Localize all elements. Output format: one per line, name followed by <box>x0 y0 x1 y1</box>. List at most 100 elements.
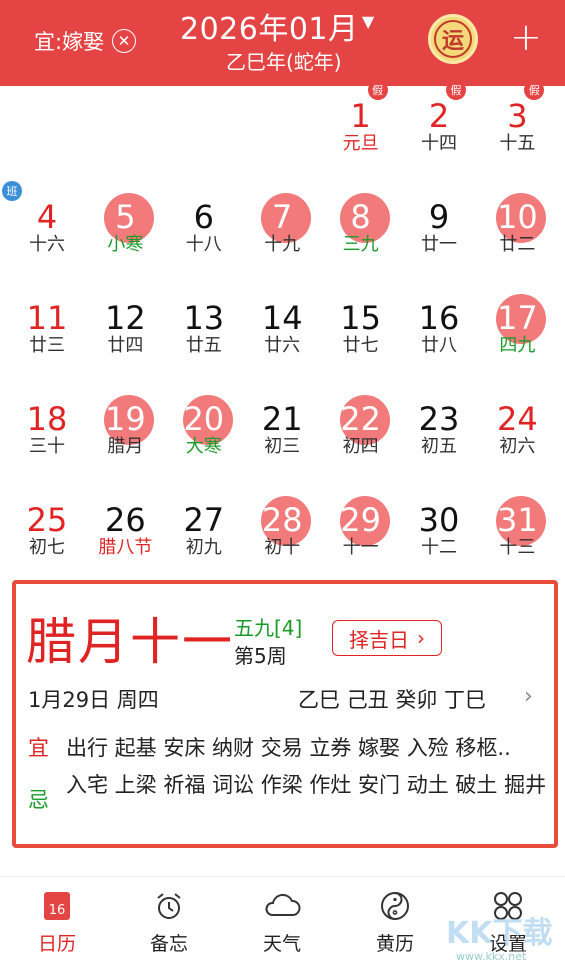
day-number: 29 <box>340 501 381 539</box>
calendar-day-cell[interactable]: 20 大寒 <box>165 389 243 490</box>
calendar-day-cell[interactable]: 10 廿二 <box>478 187 556 288</box>
day-number: 16 <box>418 299 460 337</box>
lunar-day: 十四 <box>421 133 457 154</box>
calendar-day-cell[interactable]: 24 初六 <box>478 389 556 490</box>
fortune-badge[interactable]: 运 <box>428 14 478 64</box>
calendar-day-cell[interactable]: 29 十一 <box>322 490 400 591</box>
calendar-day-cell[interactable]: 18 三十 <box>8 389 86 490</box>
calendar-day-cell[interactable]: 21 初三 <box>243 389 321 490</box>
calendar-day-cell[interactable]: 31 十三 <box>478 490 556 591</box>
nav-almanac[interactable]: 黄历 <box>350 889 440 956</box>
nav-memo[interactable]: 备忘 <box>124 889 214 956</box>
day-number: 18 <box>26 400 68 438</box>
lunar-day: 十三 <box>499 537 536 558</box>
day-number: 15 <box>340 299 381 337</box>
day-number: 13 <box>183 299 225 337</box>
ji-activities: 入宅 上梁 祈福 词讼 作梁 作灶 安门 动土 破土 掘井 <box>66 773 547 797</box>
choose-auspicious-day-button[interactable]: 择吉日 › <box>332 620 442 656</box>
yi-activities: 出行 起基 安床 纳财 交易 立券 嫁娶 入殓 移柩.. <box>66 736 511 760</box>
calendar-day-cell[interactable]: 16 廿八 <box>400 288 478 389</box>
day-number: 19 <box>105 400 146 438</box>
calendar-day-cell[interactable]: 19 腊月 <box>86 389 164 490</box>
day-number: 25 <box>26 501 68 539</box>
calendar-day-cell[interactable]: 7 十九 <box>243 187 321 288</box>
calendar-day-cell[interactable]: 假 2 十四 <box>400 80 478 187</box>
calendar-day-cell[interactable]: 班 4 十六 <box>2 181 86 288</box>
calendar-day-cell[interactable]: 27 初九 <box>165 490 243 591</box>
watermark-logo: KK下载 <box>446 916 553 951</box>
app-header: 宜:嫁娶 ✕ 2026年01月 ▼ 乙巳年(蛇年) 运 + <box>0 0 565 86</box>
calendar-day-cell[interactable]: 5 小寒 <box>86 187 164 288</box>
lunar-day: 元旦 <box>342 133 379 154</box>
lunar-day: 腊月 <box>107 436 144 457</box>
lunar-day: 十一 <box>342 537 379 558</box>
calendar-day-cell[interactable]: 14 廿六 <box>243 288 321 389</box>
watermark-url: www.kkx.net <box>456 950 527 963</box>
day-number: 14 <box>261 299 303 337</box>
lunar-day: 廿四 <box>107 335 144 356</box>
chevron-right-icon[interactable]: › <box>524 684 533 709</box>
day-number: 8 <box>350 198 371 236</box>
calendar-day-cell[interactable]: 25 初七 <box>8 490 86 591</box>
lunar-day: 三十 <box>29 436 65 457</box>
calendar-day-cell[interactable]: 26 腊八节 <box>86 490 164 591</box>
nav-calendar[interactable]: 16 日历 <box>12 889 102 956</box>
week-number: 第5周 <box>234 644 287 668</box>
day-number: 27 <box>183 501 225 539</box>
day-number: 24 <box>497 400 538 438</box>
day-number: 5 <box>115 198 136 236</box>
day-number: 4 <box>36 198 58 236</box>
lunar-day: 廿六 <box>264 335 301 356</box>
calendar-day-cell[interactable]: 12 廿四 <box>86 288 164 389</box>
lunar-date: 腊月十一 <box>26 613 234 671</box>
lunar-day: 廿八 <box>421 335 457 356</box>
day-number: 6 <box>193 198 214 236</box>
lunar-day: 廿一 <box>421 234 457 255</box>
lunar-day: 十二 <box>421 537 457 558</box>
chevron-down-icon[interactable]: ▼ <box>362 12 374 31</box>
calendar-day-cell[interactable]: 22 初四 <box>322 389 400 490</box>
cloud-icon <box>265 893 301 916</box>
calendar-day-cell[interactable]: 28 初十 <box>243 490 321 591</box>
nav-weather[interactable]: 天气 <box>237 889 327 956</box>
lunar-day: 四九 <box>499 335 536 356</box>
lunar-day: 大寒 <box>185 436 222 457</box>
lunar-day: 廿二 <box>499 234 536 255</box>
yi-filter-label: 宜:嫁娶 <box>34 30 105 54</box>
day-number: 12 <box>105 299 146 337</box>
yin-yang-icon <box>381 892 409 920</box>
calendar-day-cell[interactable]: 8 三九 <box>322 187 400 288</box>
month-title[interactable]: 2026年01月 <box>180 4 359 48</box>
zeji-label: 择吉日 <box>349 627 409 652</box>
day-number: 10 <box>497 198 538 236</box>
solar-date: 1月29日 周四 <box>28 688 159 712</box>
day-number: 30 <box>418 501 460 539</box>
chevron-right-icon: › <box>417 626 425 650</box>
calendar-day-cell[interactable]: 13 廿五 <box>165 288 243 389</box>
lunar-day: 廿七 <box>342 335 379 356</box>
calendar-day-cell[interactable]: 17 四九 <box>478 288 556 389</box>
day-number: 26 <box>105 501 146 539</box>
yi-filter-chip[interactable]: 宜:嫁娶 ✕ <box>34 26 137 56</box>
day-number: 3 <box>507 97 528 135</box>
calendar-day-cell[interactable]: 30 十二 <box>400 490 478 591</box>
ganzhi-day[interactable]: 乙巳 己丑 癸卯 丁巳 <box>298 684 486 714</box>
nav-label: 备忘 <box>149 933 188 955</box>
day-number: 1 <box>350 97 371 135</box>
add-button[interactable]: + <box>510 18 542 56</box>
calendar-day-cell[interactable]: 9 廿一 <box>400 187 478 288</box>
lunar-day: 三九 <box>342 234 379 255</box>
day-number: 20 <box>183 400 225 438</box>
calendar-day-cell[interactable]: 6 十八 <box>165 187 243 288</box>
day-number: 7 <box>272 198 293 236</box>
lunar-day: 初五 <box>421 436 457 457</box>
close-icon[interactable]: ✕ <box>112 29 137 53</box>
calendar-day-cell[interactable]: 假 3 十五 <box>478 80 556 187</box>
calendar-day-cell[interactable]: 23 初五 <box>400 389 478 490</box>
calendar-day-cell[interactable]: 11 廿三 <box>8 288 86 389</box>
yi-label: 宜 <box>28 736 49 760</box>
day-number: 28 <box>261 501 303 539</box>
calendar-day-cell[interactable]: 15 廿七 <box>322 288 400 389</box>
day-number: 17 <box>497 299 538 337</box>
calendar-day-cell[interactable]: 假 1 元旦 <box>322 80 400 187</box>
